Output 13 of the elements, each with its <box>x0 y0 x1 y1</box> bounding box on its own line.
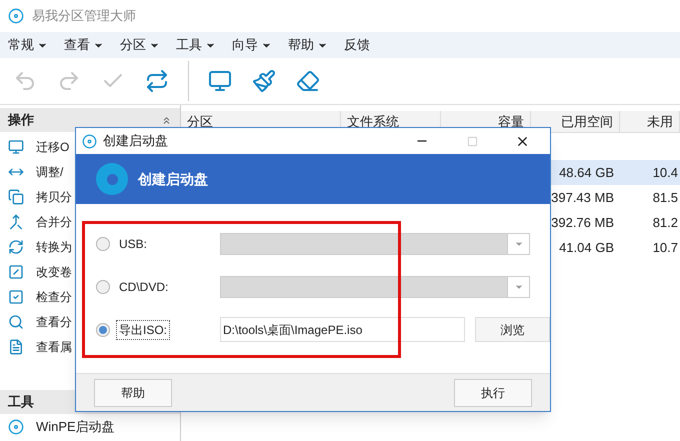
table-cell-text: 392.76 MB <box>550 214 615 232</box>
table-cell-text: 41.04 GB <box>558 238 615 257</box>
table-cell-text: 81.5 <box>652 188 678 207</box>
panel-title: 操作 <box>8 111 34 130</box>
panel-title: 工具 <box>8 393 34 412</box>
table-cell-text: 10.4 <box>652 164 678 182</box>
table-cell-text: 10.7 <box>652 238 678 257</box>
table-cell-text: 397.43 MB <box>550 188 615 207</box>
banner-title: 创建启动盘 <box>138 170 208 188</box>
table-cell-text: 48.64 GB <box>558 164 615 182</box>
table-cell-text: 81.2 <box>652 214 678 232</box>
app-title: 易我分区管理大师 <box>32 7 136 26</box>
dialog-title: 创建启动盘 <box>103 132 169 150</box>
